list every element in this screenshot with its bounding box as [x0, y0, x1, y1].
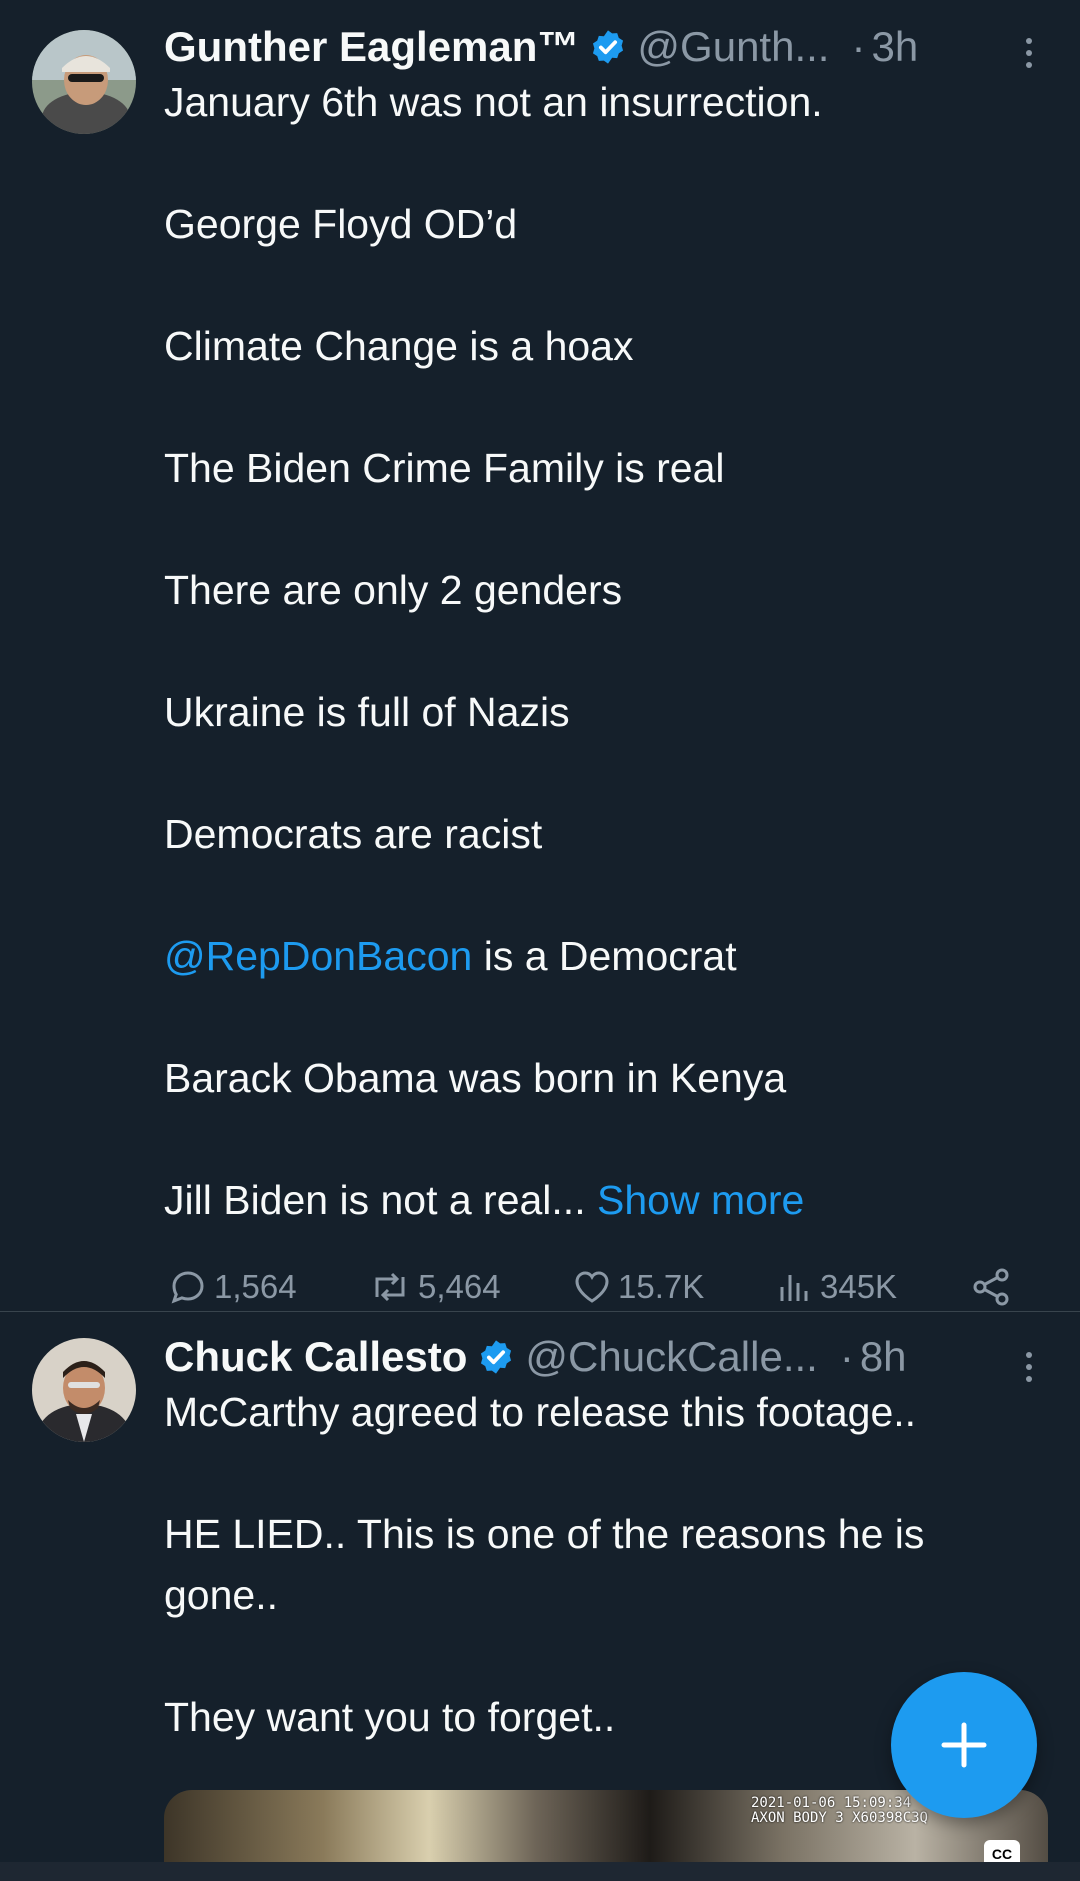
repost-count: 5,464 — [418, 1268, 501, 1305]
tweet-line: George Floyd OD’d — [164, 201, 518, 247]
tweet-line: HE LIED.. This is one of the reasons he … — [164, 1511, 925, 1557]
author-name[interactable]: Chuck Callesto — [164, 1333, 467, 1381]
views-bar-chart-icon — [780, 1275, 808, 1301]
reply-count: 1,564 — [214, 1268, 297, 1305]
author-handle[interactable]: @Gunth... — [637, 23, 829, 71]
tweet-actions: 1,564 5,464 15.7K 345K — [164, 1257, 1040, 1317]
mention-link[interactable]: @RepDonBacon — [164, 933, 472, 979]
author-name[interactable]: Gunther Eagleman™ — [164, 23, 579, 71]
tweet-line: The Biden Crime Family is real — [164, 445, 725, 491]
share-icon — [973, 1268, 1009, 1306]
truncated-text: Jill Biden is not a real... — [164, 1177, 586, 1223]
avatar[interactable] — [32, 30, 136, 134]
timestamp[interactable]: 3h — [871, 23, 918, 71]
views-button[interactable]: 345K — [774, 1257, 897, 1317]
tweet-line: January 6th was not an insurrection. — [164, 79, 823, 125]
mention-suffix: is a Democrat — [472, 933, 737, 979]
tweet[interactable]: Gunther Eagleman™ @Gunth... · 3h January… — [0, 0, 1080, 1312]
tweet-line: Barack Obama was born in Kenya — [164, 1055, 787, 1101]
tweet-line-truncated: Jill Biden is not a real... Show more — [164, 1170, 1040, 1231]
reply-button[interactable]: 1,564 — [168, 1257, 297, 1317]
like-button[interactable]: 15.7K — [572, 1257, 704, 1317]
verified-badge-icon — [481, 1340, 512, 1374]
tweet-line: gone.. — [164, 1572, 278, 1618]
views-count: 345K — [820, 1268, 898, 1305]
video-overlay-text: 2021-01-06 15:09:34 AXON BODY 3 X60398C3… — [751, 1796, 928, 1826]
tweet-text: January 6th was not an insurrection. Geo… — [164, 72, 1040, 1231]
tweet-line: Ukraine is full of Nazis — [164, 689, 570, 735]
tweet-line-mention: @RepDonBacon is a Democrat — [164, 926, 1040, 987]
tweet-header: Chuck Callesto @ChuckCalle... · 8h — [164, 1332, 1040, 1382]
video-overlay-line: 2021-01-06 15:09:34 — [750, 1795, 912, 1811]
more-vertical-icon[interactable] — [1026, 1352, 1034, 1382]
heart-icon — [575, 1271, 609, 1303]
tweet-line: Climate Change is a hoax — [164, 323, 634, 369]
tweet-line: There are only 2 genders — [164, 567, 623, 613]
separator-dot: · — [839, 1333, 854, 1380]
verified-badge-icon — [593, 30, 624, 64]
separator-dot: · — [851, 23, 866, 70]
more-vertical-icon[interactable] — [1026, 38, 1034, 68]
tweet-line: McCarthy agreed to release this footage.… — [164, 1389, 917, 1435]
tweet-text: McCarthy agreed to release this footage.… — [164, 1382, 1040, 1748]
timestamp[interactable]: 8h — [860, 1333, 907, 1381]
reply-icon — [171, 1271, 204, 1304]
bottom-navigation-edge — [0, 1862, 1080, 1881]
like-count: 15.7K — [618, 1268, 705, 1305]
avatar[interactable] — [32, 1338, 136, 1442]
tweet[interactable]: Chuck Callesto @ChuckCalle... · 8h McCar… — [0, 1312, 1080, 1748]
repost-button[interactable]: 5,464 — [368, 1257, 501, 1317]
show-more-link[interactable]: Show more — [597, 1177, 804, 1223]
author-handle[interactable]: @ChuckCalle... — [525, 1333, 817, 1381]
compose-button[interactable] — [891, 1672, 1037, 1818]
tweet-header: Gunther Eagleman™ @Gunth... · 3h — [164, 22, 1040, 72]
tweet-line: Democrats are racist — [164, 811, 543, 857]
timeline-feed: Gunther Eagleman™ @Gunth... · 3h January… — [0, 0, 1080, 1881]
video-overlay-line: AXON BODY 3 X60398C3Q — [750, 1810, 928, 1826]
plus-icon — [941, 1722, 987, 1768]
repost-icon — [375, 1272, 405, 1302]
share-button[interactable] — [970, 1257, 1014, 1317]
